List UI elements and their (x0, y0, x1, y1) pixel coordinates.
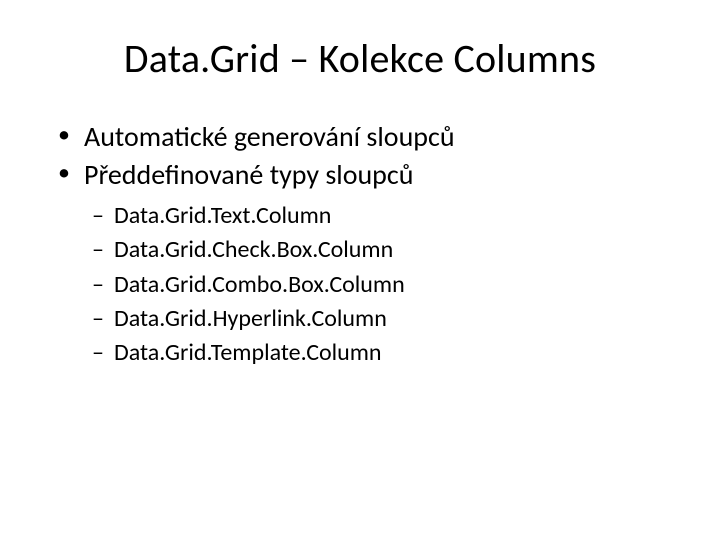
bullet-list: Automatické generování sloupců Předdefin… (40, 119, 680, 194)
sub-bullet-text: Data.Grid.Text.Column (114, 201, 331, 230)
sub-bullet-list: Data.Grid.Text.Column Data.Grid.Check.Bo… (40, 200, 680, 370)
bullet-text: Předdefinované typy sloupců (84, 157, 413, 192)
bullet-item: Automatické generování sloupců (58, 119, 680, 155)
sub-bullet-text: Data.Grid.Hyperlink.Column (114, 304, 387, 333)
sub-bullet-item: Data.Grid.Template.Column (92, 337, 680, 369)
bullet-item: Předdefinované typy sloupců (58, 157, 680, 193)
slide-title: Data.Grid – Kolekce Columns (40, 34, 680, 83)
sub-bullet-item: Data.Grid.Hyperlink.Column (92, 303, 680, 335)
sub-bullet-text: Data.Grid.Combo.Box.Column (114, 270, 405, 299)
sub-bullet-text: Data.Grid.Check.Box.Column (114, 235, 393, 264)
sub-bullet-text: Data.Grid.Template.Column (114, 338, 382, 367)
sub-bullet-item: Data.Grid.Combo.Box.Column (92, 269, 680, 301)
sub-bullet-item: Data.Grid.Text.Column (92, 200, 680, 232)
sub-bullet-item: Data.Grid.Check.Box.Column (92, 234, 680, 266)
bullet-text: Automatické generování sloupců (84, 119, 455, 154)
